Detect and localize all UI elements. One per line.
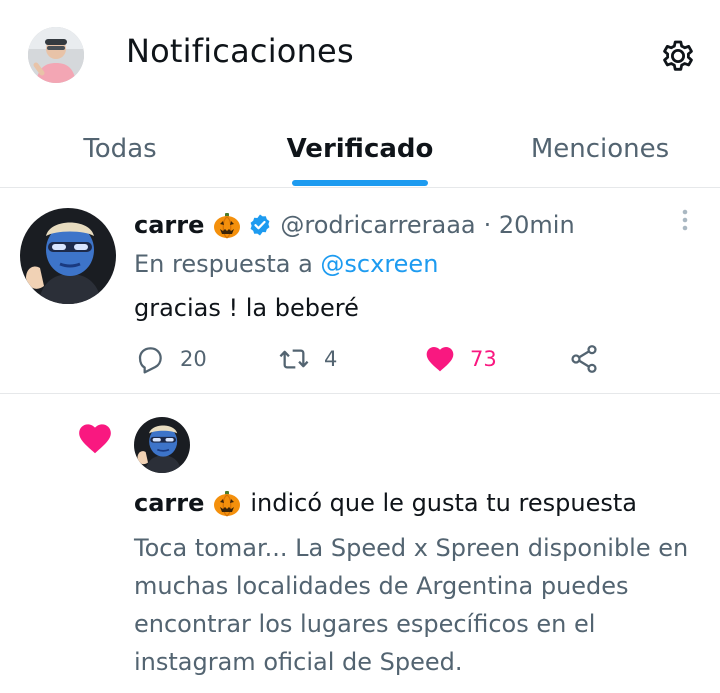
tab-todas[interactable]: Todas [40, 110, 200, 188]
tab-verificado[interactable]: Verificado [270, 110, 450, 188]
liker-avatar[interactable] [134, 417, 190, 473]
author-avatar-icon [134, 417, 190, 473]
author-handle[interactable]: @rodricarreraaa [280, 211, 475, 239]
more-options-button[interactable] [678, 208, 692, 236]
reply-mention-link[interactable]: @scxreen [320, 250, 438, 278]
tweet-text: gracias ! la beberé [134, 294, 359, 322]
pumpkin-icon [214, 213, 241, 239]
share-button[interactable] [568, 342, 614, 376]
tweet-author-avatar[interactable] [20, 208, 116, 304]
settings-button[interactable] [657, 35, 699, 77]
notification-tweet-text: Toca tomar... La Speed x Spreen disponib… [134, 534, 689, 676]
pumpkin-icon [214, 491, 241, 517]
verified-badge-icon [250, 214, 270, 236]
page-title: Notificaciones [126, 32, 354, 70]
author-avatar-icon [20, 208, 116, 304]
tweet-header: carre @rodricarreraaa · 20min [134, 210, 575, 240]
reply-button[interactable]: 20 [134, 342, 207, 376]
like-count: 73 [470, 347, 497, 371]
share-icon [571, 345, 597, 373]
notification-title: carre indicó que le gusta tu respuesta [134, 488, 637, 518]
app-root: Notificaciones Todas Verificado Mencione… [0, 0, 720, 693]
liker-name[interactable]: carre [134, 489, 204, 517]
author-name[interactable]: carre [134, 211, 204, 239]
more-vertical-icon [682, 209, 688, 231]
like-button[interactable]: 73 [424, 342, 497, 376]
tab-label: Menciones [530, 134, 670, 164]
tweet-actions: 20 4 73 [134, 342, 614, 376]
tab-label: Verificado [286, 134, 434, 164]
tweet-time[interactable]: · 20min [484, 211, 575, 239]
reply-prefix: En respuesta a [134, 250, 313, 278]
tab-menciones[interactable]: Menciones [510, 110, 690, 188]
retweet-icon [279, 349, 309, 369]
gear-icon [663, 40, 693, 71]
tweet[interactable]: carre @rodricarreraaa · 20min En respues… [0, 188, 720, 394]
notification-action: indicó que le gusta tu respuesta [250, 489, 637, 517]
heart-icon [79, 424, 111, 454]
active-tab-indicator [292, 180, 428, 186]
header: Notificaciones [0, 0, 720, 110]
user-avatar-icon [28, 27, 84, 83]
like-notification[interactable]: carre indicó que le gusta tu respuesta T… [0, 395, 720, 693]
reply-count: 20 [180, 347, 207, 371]
avatar[interactable] [28, 27, 84, 83]
retweet-count: 4 [324, 347, 338, 371]
reply-context: En respuesta a @scxreen [134, 250, 438, 278]
tab-bar: Todas Verificado Menciones [0, 110, 720, 188]
heart-filled-icon [426, 347, 454, 372]
tab-label: Todas [83, 134, 157, 164]
reply-icon [138, 347, 162, 374]
retweet-button[interactable]: 4 [278, 342, 337, 376]
